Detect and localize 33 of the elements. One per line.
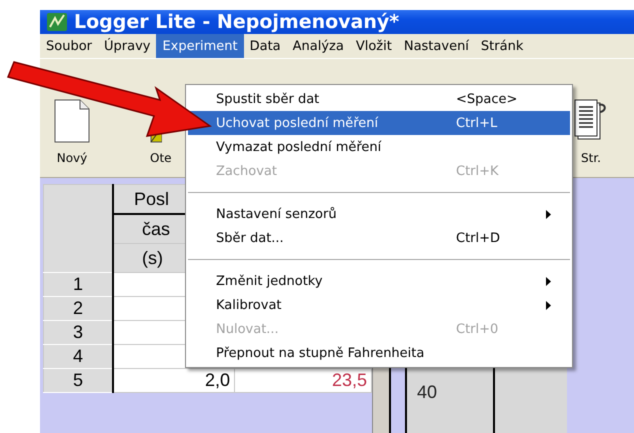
menu-bar-item[interactable]: Stránk [474,34,530,58]
row-number: 3 [44,320,113,344]
header-text: (s) [142,248,163,268]
table-cell: 2,0 [204,370,230,390]
row-number: 2 [44,296,113,320]
menu-item[interactable]: Změnit jednotky [188,269,570,293]
menu-item[interactable]: Kalibrovat [188,293,570,317]
menu-bar-item[interactable]: Nastavení [398,34,475,58]
menu-bar-item[interactable]: Experiment [156,34,244,58]
menu-bar-item[interactable]: Analýza [286,34,350,58]
table-cell: 23,5 [332,370,367,390]
app-icon [46,12,68,32]
row-number: 1 [44,272,113,296]
toolbar-button[interactable]: Str. [574,99,608,165]
row-number: 5 [44,368,113,392]
menu-bar-item[interactable]: Soubor [40,34,98,58]
row-number: 4 [44,344,113,368]
menu-item[interactable]: Vymazat poslední měření [188,135,570,159]
menu-item[interactable]: Uchovat poslední měření Ctrl+L [188,111,570,135]
menu-bar-item[interactable]: Data [244,34,287,58]
header-text: čas [142,219,170,239]
menu-item[interactable]: Spustit sběr dat <Space> [188,87,570,111]
menu-item[interactable]: Sběr dat... Ctrl+D [188,226,570,250]
toolbar-button[interactable]: Ote [150,151,172,165]
header-text: Posl [134,189,170,209]
menu-bar-item[interactable]: Úpravy [98,34,156,58]
menu-item[interactable]: Přepnout na stupně Fahrenheita [188,341,570,365]
document-icon [54,99,90,143]
toolbar-button[interactable]: Nový [54,99,90,165]
menu-item[interactable]: Nastavení senzorů [188,202,570,226]
axis-label: 40 [417,382,438,403]
menu-bar-item[interactable]: Vložit [350,34,398,58]
window-title: Logger Lite - Nepojmenovaný* [74,11,400,33]
